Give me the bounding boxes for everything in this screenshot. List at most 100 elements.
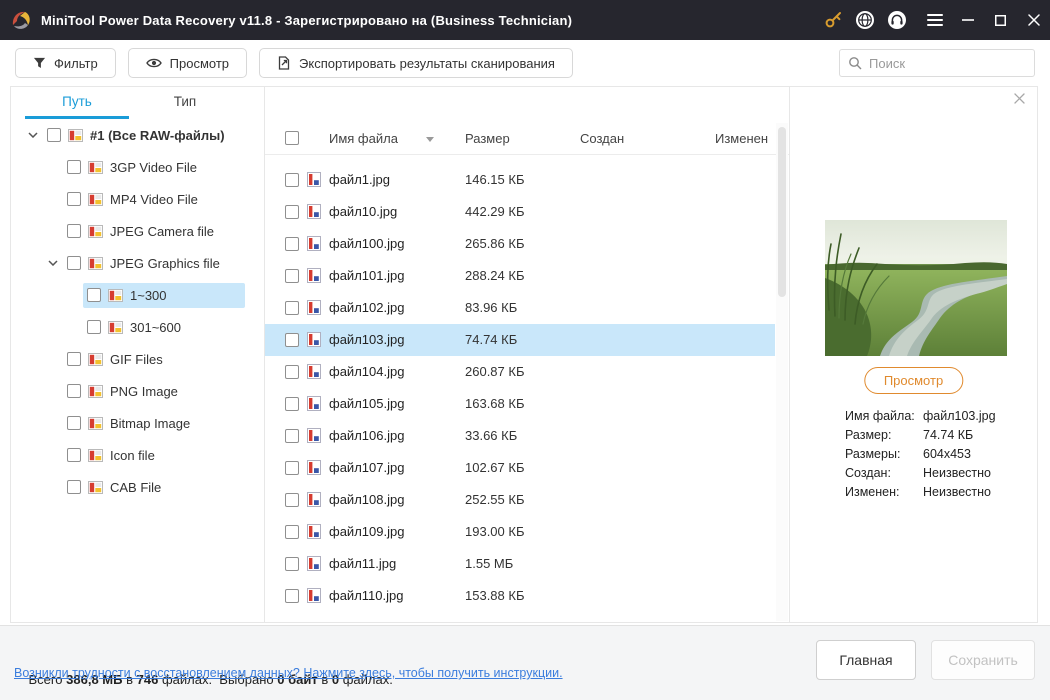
tree-item-checkbox[interactable]	[67, 448, 81, 462]
tree-item[interactable]: GIF Files	[11, 343, 264, 375]
tree-item-checkbox[interactable]	[67, 192, 81, 206]
sort-arrow-icon[interactable]	[426, 137, 434, 142]
row-checkbox[interactable]	[285, 173, 299, 187]
table-row[interactable]: файл106.jpg 33.66 КБ	[265, 420, 775, 452]
file-name: файл110.jpg	[329, 588, 404, 603]
table-row[interactable]: файл101.jpg 288.24 КБ	[265, 260, 775, 292]
tree-item-checkbox[interactable]	[47, 128, 61, 142]
jpg-file-icon	[307, 172, 321, 187]
table-row[interactable]: файл104.jpg 260.87 КБ	[265, 356, 775, 388]
file-name: файл106.jpg	[329, 428, 405, 443]
jpg-file-icon	[307, 204, 321, 219]
table-row[interactable]: файл107.jpg 102.67 КБ	[265, 452, 775, 484]
preview-open-button[interactable]: Просмотр	[863, 367, 964, 394]
tree-item[interactable]: CAB File	[11, 471, 264, 503]
row-checkbox[interactable]	[285, 525, 299, 539]
table-row[interactable]: файл1.jpg 146.15 КБ	[265, 164, 775, 196]
export-results-button[interactable]: Экспортировать результаты сканирования	[259, 48, 573, 78]
file-name: файл101.jpg	[329, 268, 405, 283]
row-checkbox[interactable]	[285, 397, 299, 411]
table-row[interactable]: файл10.jpg 442.29 КБ	[265, 196, 775, 228]
save-button[interactable]: Сохранить	[931, 640, 1035, 680]
file-type-icon	[88, 224, 103, 238]
list-scrollbar[interactable]	[776, 123, 788, 621]
tree-item-checkbox[interactable]	[67, 256, 81, 270]
column-header-name[interactable]: Имя файла	[329, 131, 398, 146]
menu-icon[interactable]	[919, 0, 951, 40]
tree-item[interactable]: JPEG Camera file	[11, 215, 264, 247]
preview-close-icon[interactable]	[1014, 93, 1025, 104]
instructions-link[interactable]: Возникли трудности с восстановлением дан…	[14, 666, 563, 680]
tab-path[interactable]: Путь	[23, 87, 131, 119]
row-checkbox[interactable]	[285, 269, 299, 283]
table-row[interactable]: файл105.jpg 163.68 КБ	[265, 388, 775, 420]
tree-item-checkbox[interactable]	[67, 160, 81, 174]
table-row[interactable]: файл108.jpg 252.55 КБ	[265, 484, 775, 516]
eye-icon	[145, 57, 162, 69]
file-size: 252.55 КБ	[465, 492, 525, 507]
column-header-size[interactable]: Размер	[465, 131, 510, 146]
row-checkbox[interactable]	[285, 301, 299, 315]
file-type-icon	[88, 384, 103, 398]
preview-detail-row: Размер: 74.74 КБ	[845, 428, 1031, 443]
tree-item[interactable]: 301~600	[11, 311, 264, 343]
tab-type[interactable]: Тип	[131, 87, 239, 119]
tree-item[interactable]: Icon file	[11, 439, 264, 471]
table-row[interactable]: файл103.jpg 74.74 КБ	[265, 324, 775, 356]
column-header-modified[interactable]: Изменен	[715, 131, 768, 146]
file-size: 193.00 КБ	[465, 524, 525, 539]
license-key-icon[interactable]	[817, 0, 849, 40]
row-checkbox[interactable]	[285, 557, 299, 571]
file-type-icon	[88, 352, 103, 366]
tree-item[interactable]: #1 (Все RAW-файлы)	[11, 119, 264, 151]
tree-item[interactable]: Bitmap Image	[11, 407, 264, 439]
row-checkbox[interactable]	[285, 205, 299, 219]
tree-item-content: 301~600	[83, 315, 189, 340]
tree-item[interactable]: PNG Image	[11, 375, 264, 407]
tree-item-checkbox[interactable]	[67, 384, 81, 398]
language-globe-icon[interactable]	[849, 0, 881, 40]
select-all-checkbox[interactable]	[285, 131, 299, 145]
table-row[interactable]: файл109.jpg 193.00 КБ	[265, 516, 775, 548]
chevron-down-icon[interactable]	[45, 260, 61, 266]
tree-item-label: PNG Image	[110, 383, 178, 399]
row-checkbox[interactable]	[285, 237, 299, 251]
scrollbar-thumb[interactable]	[778, 127, 786, 297]
row-checkbox[interactable]	[285, 461, 299, 475]
tree-item-content: 1~300	[83, 282, 245, 308]
file-name: файл109.jpg	[329, 524, 405, 539]
filter-button[interactable]: Фильтр	[15, 48, 116, 78]
table-row[interactable]: файл11.jpg 1.55 МБ	[265, 548, 775, 580]
tree-item[interactable]: 3GP Video File	[11, 151, 264, 183]
tree-item-checkbox[interactable]	[67, 352, 81, 366]
table-row[interactable]: файл110.jpg 153.88 КБ	[265, 580, 775, 612]
tree-item[interactable]: 1~300	[11, 279, 264, 311]
home-button[interactable]: Главная	[816, 640, 916, 680]
minimize-button[interactable]	[951, 0, 984, 40]
file-type-icon	[108, 320, 123, 334]
close-button[interactable]	[1017, 0, 1050, 40]
jpg-file-icon	[307, 268, 321, 283]
row-checkbox[interactable]	[285, 589, 299, 603]
tree-item[interactable]: MP4 Video File	[11, 183, 264, 215]
chevron-down-icon[interactable]	[25, 132, 41, 138]
table-row[interactable]: файл100.jpg 265.86 КБ	[265, 228, 775, 260]
row-checkbox[interactable]	[285, 333, 299, 347]
maximize-button[interactable]	[984, 0, 1017, 40]
tree-item-checkbox[interactable]	[67, 480, 81, 494]
toolbar-preview-button[interactable]: Просмотр	[127, 48, 248, 78]
tree-item-checkbox[interactable]	[67, 416, 81, 430]
tree-item-checkbox[interactable]	[87, 288, 101, 302]
file-type-icon	[68, 128, 83, 142]
search-input[interactable]	[869, 55, 1026, 71]
column-header-created[interactable]: Создан	[580, 131, 624, 146]
table-row[interactable]: файл102.jpg 83.96 КБ	[265, 292, 775, 324]
support-headset-icon[interactable]	[881, 0, 913, 40]
tree-item-checkbox[interactable]	[87, 320, 101, 334]
row-checkbox[interactable]	[285, 365, 299, 379]
close-icon	[1027, 14, 1040, 26]
row-checkbox[interactable]	[285, 493, 299, 507]
tree-item-checkbox[interactable]	[67, 224, 81, 238]
tree-item[interactable]: JPEG Graphics file	[11, 247, 264, 279]
row-checkbox[interactable]	[285, 429, 299, 443]
